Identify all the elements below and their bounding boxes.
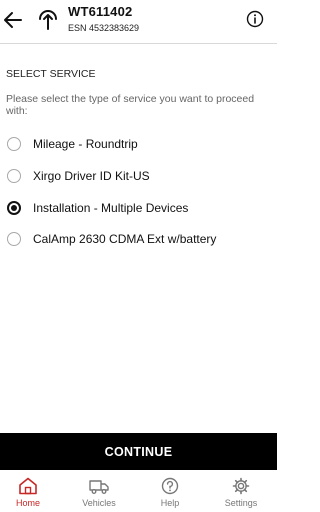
- gear-icon: [232, 477, 250, 495]
- info-circle-icon: [246, 10, 264, 28]
- truck-icon: [89, 480, 109, 494]
- radio-button-selected[interactable]: [7, 201, 21, 215]
- help-circle-icon: [161, 477, 179, 495]
- nav-label-home: Home: [15, 498, 40, 508]
- service-option-label: Xirgo Driver ID Kit-US: [33, 169, 150, 183]
- service-option-label: CalAmp 2630 CDMA Ext w/battery: [33, 232, 217, 246]
- top-header: WT611402 ESN 4532383629: [0, 0, 277, 44]
- nav-item-home[interactable]: Home: [0, 470, 58, 512]
- section-title: SELECT SERVICE: [6, 68, 96, 80]
- signal-antenna-icon: [37, 7, 59, 31]
- app-screen: WT611402 ESN 4532383629 SELECT SERVICE P…: [0, 0, 277, 512]
- arrow-left-icon: [4, 12, 22, 28]
- info-button[interactable]: [246, 10, 264, 28]
- nav-label-vehicles: Vehicles: [82, 498, 116, 508]
- radio-button[interactable]: [7, 169, 21, 183]
- radio-button[interactable]: [7, 232, 21, 246]
- back-button[interactable]: [2, 8, 24, 32]
- instructions-text: Please select the type of service you wa…: [6, 93, 255, 117]
- home-icon: [19, 477, 37, 495]
- service-option-mileage[interactable]: Mileage - Roundtrip: [0, 130, 277, 158]
- nav-item-help[interactable]: Help: [140, 470, 200, 512]
- service-option-label: Installation - Multiple Devices: [33, 201, 189, 215]
- device-id: WT611402: [68, 4, 133, 19]
- nav-label-settings: Settings: [224, 498, 258, 508]
- bottom-nav: Home Vehicles Help Settings: [0, 470, 277, 512]
- service-option-installation[interactable]: Installation - Multiple Devices: [0, 194, 277, 222]
- nav-item-settings[interactable]: Settings: [211, 470, 271, 512]
- nav-label-help: Help: [160, 498, 180, 508]
- service-option-calamp[interactable]: CalAmp 2630 CDMA Ext w/battery: [0, 225, 277, 253]
- nav-item-vehicles[interactable]: Vehicles: [69, 470, 129, 512]
- continue-button[interactable]: CONTINUE: [0, 433, 277, 470]
- radio-button[interactable]: [7, 137, 21, 151]
- service-option-label: Mileage - Roundtrip: [33, 137, 138, 151]
- service-option-xirgo[interactable]: Xirgo Driver ID Kit-US: [0, 162, 277, 190]
- device-esn: ESN 4532383629: [68, 23, 140, 33]
